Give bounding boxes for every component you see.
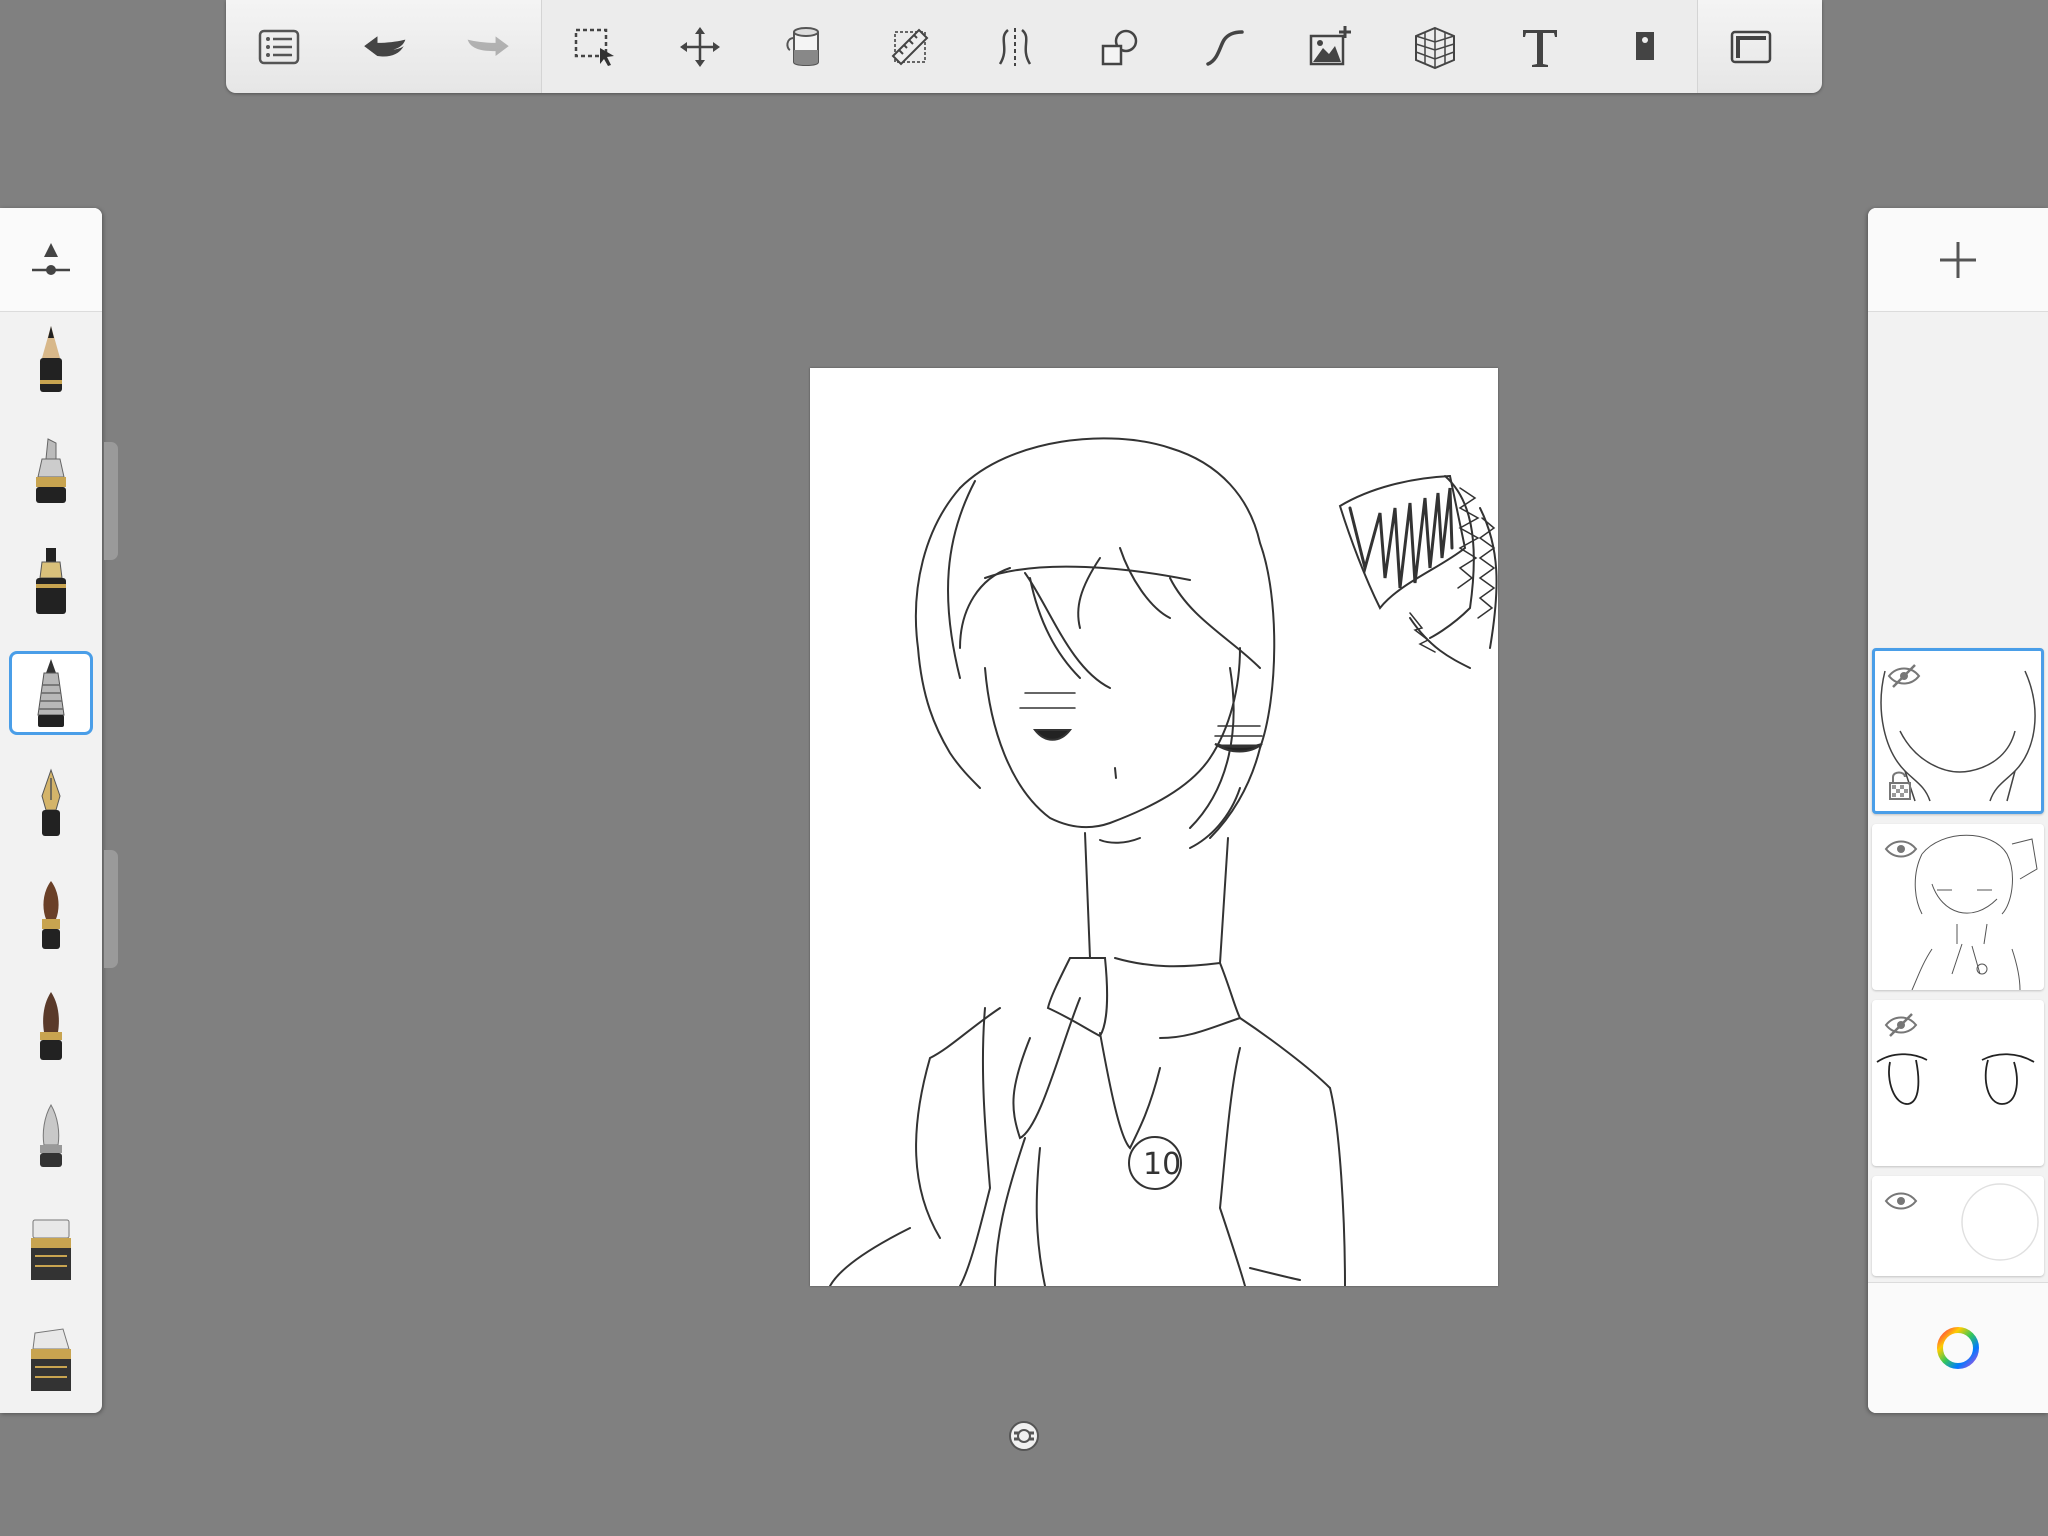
perspective-grid-icon: [1414, 26, 1455, 69]
brush-palette: [0, 208, 102, 1413]
brush-paintbrush[interactable]: [9, 873, 93, 957]
text-button[interactable]: [1487, 0, 1592, 93]
symmetry-button[interactable]: [962, 0, 1067, 93]
paintbrush-icon: [42, 881, 60, 949]
badge-number: 10: [1143, 1147, 1181, 1182]
fountain-pen-icon: [41, 768, 61, 836]
brush-airbrush[interactable]: [9, 984, 93, 1068]
add-image-icon: [1309, 25, 1351, 65]
text-icon: [1522, 29, 1557, 67]
brush-size-slider-icon: [32, 242, 70, 275]
unlock-icon[interactable]: [1887, 769, 1915, 801]
paint-bucket-icon: [785, 26, 819, 66]
layer-3[interactable]: [1872, 1000, 2044, 1166]
visible-eye-icon[interactable]: [1884, 1186, 1918, 1216]
airbrush-icon: [40, 992, 62, 1060]
sketch-drawing: 10: [829, 437, 1498, 1287]
move-arrows-icon: [679, 26, 720, 67]
toolbar-tools-group: [541, 0, 1698, 93]
main-toolbar: [226, 0, 1822, 93]
toolbar-view-group: [1698, 0, 1803, 93]
brush-fountain-pen[interactable]: [9, 762, 93, 846]
undo-button[interactable]: [331, 0, 436, 93]
brush-ballpoint-selected[interactable]: [9, 651, 93, 735]
ruler-button[interactable]: [857, 0, 962, 93]
marker-icon: [36, 438, 66, 503]
stencil-button[interactable]: [1592, 0, 1697, 93]
smudge-tool-icon: [40, 1104, 62, 1167]
background-layer[interactable]: [1872, 1176, 2044, 1276]
soft-eraser-icon: [31, 1328, 71, 1391]
selection-icon: [574, 28, 614, 66]
ballpoint-pen-icon: [37, 659, 65, 727]
toolbar-history-group: [226, 0, 541, 93]
brush-list: [0, 318, 102, 1428]
layer-2[interactable]: [1872, 824, 2044, 991]
brush-pencil[interactable]: [9, 318, 93, 402]
plus-icon: [1940, 241, 1976, 278]
stencil-icon: [1635, 31, 1654, 60]
layer-panel: [1868, 208, 2048, 1413]
selection-button[interactable]: [542, 0, 647, 93]
hidden-eye-icon[interactable]: [1884, 1010, 1918, 1040]
fullscreen-button[interactable]: [1698, 0, 1803, 93]
fill-button[interactable]: [752, 0, 857, 93]
visible-eye-icon[interactable]: [1884, 834, 1918, 864]
shapes-icon: [1101, 29, 1137, 65]
brush-properties-button[interactable]: [0, 208, 102, 312]
add-image-button[interactable]: [1277, 0, 1382, 93]
brush-eraser-soft[interactable]: [9, 1317, 93, 1401]
brush-panel-drag-handle-top[interactable]: [104, 442, 118, 560]
drawing-canvas[interactable]: 10: [810, 368, 1498, 1287]
ruler-icon: [891, 28, 928, 65]
transform-button[interactable]: [647, 0, 752, 93]
brush-eraser-hard[interactable]: [9, 1206, 93, 1290]
brush-panel-drag-handle-bottom[interactable]: [104, 850, 118, 968]
undo-icon: [363, 35, 405, 57]
shapes-button[interactable]: [1067, 0, 1172, 93]
layer-1-selected[interactable]: [1872, 648, 2044, 814]
list-icon: [258, 29, 299, 64]
curve-icon: [1205, 29, 1244, 66]
hidden-eye-icon[interactable]: [1887, 661, 1921, 691]
redo-button[interactable]: [436, 0, 541, 93]
pencil-icon: [40, 326, 62, 392]
brush-ink-pen[interactable]: [9, 540, 93, 624]
symmetry-icon: [998, 27, 1031, 66]
eraser-icon: [31, 1219, 71, 1280]
brush-smudge[interactable]: [9, 1095, 93, 1179]
canvas-rotate-puck-icon[interactable]: [1008, 1420, 1040, 1452]
perspective-button[interactable]: [1382, 0, 1487, 93]
curve-button[interactable]: [1172, 0, 1277, 93]
brush-marker[interactable]: [9, 429, 93, 513]
redo-icon: [467, 35, 509, 56]
fullscreen-icon: [1730, 30, 1771, 63]
ink-pen-icon: [36, 548, 66, 614]
layers-list-button[interactable]: [226, 0, 331, 93]
color-wheel-icon: [1937, 1327, 1979, 1369]
color-picker-button[interactable]: [1868, 1282, 2048, 1413]
add-layer-button[interactable]: [1868, 208, 2048, 312]
